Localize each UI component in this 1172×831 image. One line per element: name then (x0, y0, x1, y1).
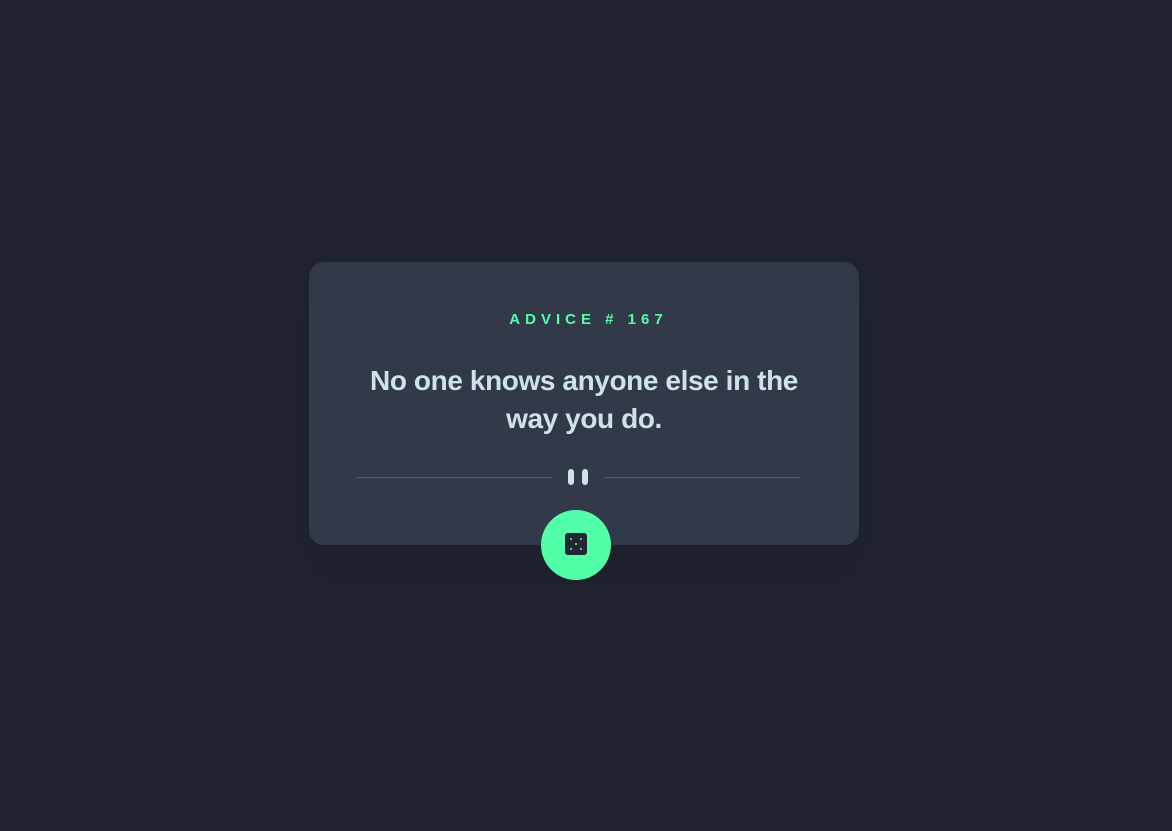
dice-pip (570, 538, 573, 541)
dice-pip (579, 538, 582, 541)
dice-pip (574, 542, 578, 546)
dice-icon (565, 533, 587, 555)
pause-icon (568, 469, 590, 485)
dice-pip (570, 547, 573, 550)
page: { "advice": { "label": "ADVICE # 167", "… (0, 0, 1172, 831)
divider-line-right (605, 477, 801, 478)
dice-pip (579, 547, 582, 550)
divider-line-left (357, 477, 553, 478)
pause-bar-left (568, 469, 574, 485)
advice-quote: No one knows anyone else in the way you … (370, 365, 798, 434)
generate-advice-button[interactable] (541, 510, 611, 580)
advice-id-label: ADVICE # 167 (509, 311, 668, 328)
pause-bar-right (582, 469, 588, 485)
